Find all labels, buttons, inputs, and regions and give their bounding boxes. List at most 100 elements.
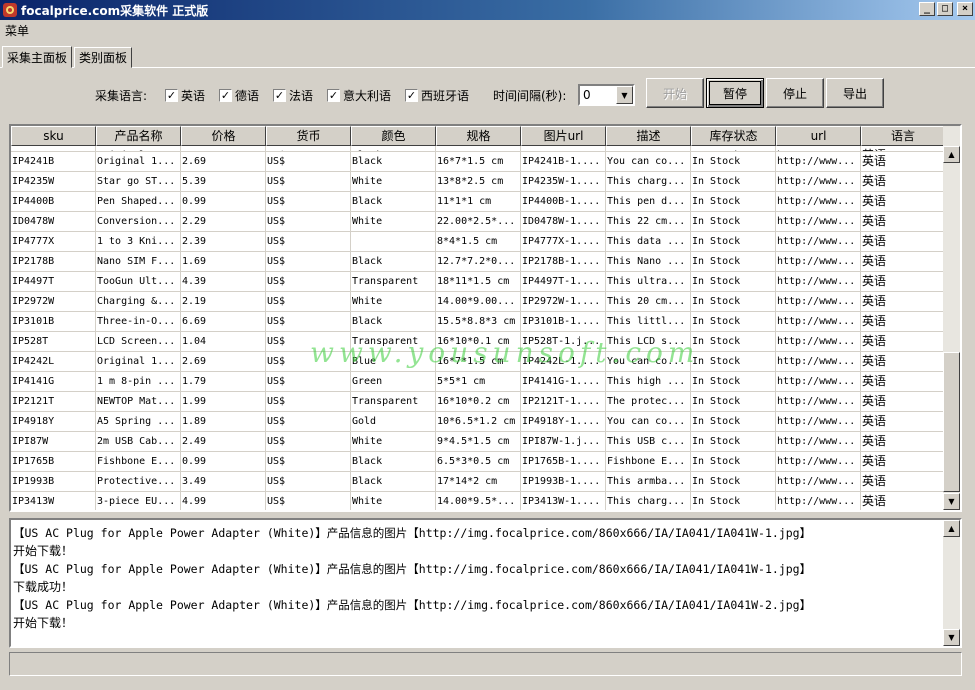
log-line: 开始下载！	[13, 616, 74, 630]
cell-sku: IP1765B	[11, 452, 96, 472]
cell-sku: IP4242L	[11, 352, 96, 372]
cell-spec: 14.00*9.00...	[436, 292, 521, 312]
table-row[interactable]: ID0478W Conversion... 2.29 US$ White 22.00*2.…	[11, 212, 945, 232]
table-row[interactable]: IP4242L Original 1... 2.69 US$ Blue 16*7*1.5 …	[11, 352, 945, 372]
column-header-description[interactable]: 描述	[606, 126, 691, 146]
table-row[interactable]: IP4497T TooGun Ult... 4.39 US$ Transparent 18…	[11, 272, 945, 292]
cell-color: White	[351, 172, 436, 192]
cell-color: Green	[351, 372, 436, 392]
cell-image-url: IP528T-1.j...	[521, 332, 606, 352]
cell-spec: 13*8*2.5 cm	[436, 172, 521, 192]
table-row[interactable]: IP2972W Charging &... 2.19 US$ White 14.00*9.…	[11, 292, 945, 312]
checkbox-english[interactable]: ✓ 英语	[165, 84, 205, 106]
table-row[interactable]: IPI87W 2m USB Cab... 2.49 US$ White 9*4.5*1.5…	[11, 432, 945, 452]
export-button[interactable]: 导出	[826, 78, 884, 108]
table-row[interactable]: IP4400B Pen Shaped... 0.99 US$ Black 11*1*1 c…	[11, 192, 945, 212]
cell-name: Original 1...	[96, 352, 181, 372]
table-row[interactable]: IP4918Y A5 Spring ... 1.89 US$ Gold 10*6.5*1.…	[11, 412, 945, 432]
check-icon: ✓	[219, 88, 232, 102]
column-header-color[interactable]: 颜色	[351, 126, 436, 146]
cell-stock: In Stock	[691, 192, 776, 212]
cell-language: 英语	[861, 312, 945, 332]
cell-price: 2.39	[181, 232, 266, 252]
cell-spec: 16*7*1.5 cm	[436, 152, 521, 172]
cell-name: Three-in-O...	[96, 312, 181, 332]
cell-price: 0.99	[181, 452, 266, 472]
cell-url: http://www...	[776, 332, 861, 352]
column-header-image-url[interactable]: 图片url	[521, 126, 606, 146]
cell-language: 英语	[861, 252, 945, 272]
table-row[interactable]: IP3101B Three-in-O... 6.69 US$ Black 15.5*8.8…	[11, 312, 945, 332]
cell-currency: US$	[266, 372, 351, 392]
scroll-up-icon[interactable]: ▲	[943, 520, 960, 537]
table-row[interactable]: IP2121T NEWTOP Mat... 1.99 US$ Transparent 16…	[11, 392, 945, 412]
table-row[interactable]: IP2178B Nano SIM F... 1.69 US$ Black 12.7*7.2…	[11, 252, 945, 272]
scroll-down-icon[interactable]: ▼	[943, 493, 960, 510]
table-row[interactable]: IP1765B Fishbone E... 0.99 US$ Black 6.5*3*0.…	[11, 452, 945, 472]
cell-url: http://www...	[776, 412, 861, 432]
cell-spec: 5*5*1 cm	[436, 372, 521, 392]
checkbox-italian[interactable]: ✓ 意大利语	[327, 84, 391, 106]
tab-category-panel[interactable]: 类别面板	[74, 47, 133, 68]
table-row[interactable]: IP4241BOriginal 1...2.69US$Black16*7*1.5…	[11, 152, 945, 172]
log-output[interactable]: 【US AC Plug for Apple Power Adapter (Whi…	[9, 518, 962, 648]
start-button[interactable]: 开始	[646, 78, 704, 108]
column-header-name[interactable]: 产品名称	[96, 126, 181, 146]
stop-button[interactable]: 停止	[766, 78, 824, 108]
cell-image-url: IP4400B-1....	[521, 192, 606, 212]
column-header-language[interactable]: 语言	[861, 126, 945, 146]
cell-price: 2.29	[181, 212, 266, 232]
checkbox-french[interactable]: ✓ 法语	[273, 84, 313, 106]
menu-item-main[interactable]: 菜单	[3, 22, 31, 39]
table-scrollbar[interactable]: ▲ ▼	[943, 126, 960, 510]
minimize-button[interactable]: _	[919, 2, 935, 16]
close-button[interactable]: ×	[957, 2, 973, 16]
column-header-spec[interactable]: 规格	[436, 126, 521, 146]
table-row[interactable]: IP4141G 1 m 8-pin ... 1.79 US$ Green 5*5*1 cm…	[11, 372, 945, 392]
cell-sku: IP1993B	[11, 472, 96, 492]
product-table[interactable]: sku 产品名称 价格 货币 颜色 规格 图片url 描述 库存状态 url 语言 IP4241B O…	[9, 124, 962, 512]
cell-spec: 14.00*9.5*...	[436, 492, 521, 510]
scroll-up-icon[interactable]: ▲	[943, 146, 960, 163]
log-scrollbar[interactable]: ▲ ▼	[943, 520, 960, 646]
cell-color: White	[351, 432, 436, 452]
cell-url: http://www...	[776, 172, 861, 192]
cell-stock: In Stock	[691, 252, 776, 272]
cell-url: http://www...	[776, 212, 861, 232]
table-row[interactable]: IP4235W Star go ST... 5.39 US$ White 13*8*2.5…	[11, 172, 945, 192]
cell-spec: 16*10*0.1 cm	[436, 332, 521, 352]
column-header-url[interactable]: url	[776, 126, 861, 146]
table-row[interactable]: IP3413W 3-piece EU... 4.99 US$ White 14.00*9.…	[11, 492, 945, 510]
cell-sku: IP4777X	[11, 232, 96, 252]
cell-description: Fishbone E...	[606, 452, 691, 472]
table-header: sku 产品名称 价格 货币 颜色 规格 图片url 描述 库存状态 url 语言	[11, 126, 945, 146]
cell-language: 英语	[861, 432, 945, 452]
cell-name: Charging &...	[96, 292, 181, 312]
cell-language: 英语	[861, 172, 945, 192]
column-header-stock[interactable]: 库存状态	[691, 126, 776, 146]
table-row[interactable]: IP1993B Protective... 3.49 US$ Black 17*14*2 …	[11, 472, 945, 492]
cell-url: http://www...	[776, 372, 861, 392]
scroll-thumb[interactable]	[943, 352, 960, 492]
scroll-down-icon[interactable]: ▼	[943, 629, 960, 646]
cell-spec: 12.7*7.2*0...	[436, 252, 521, 272]
chevron-down-icon[interactable]: ▼	[616, 86, 633, 104]
tab-main-panel[interactable]: 采集主面板	[2, 46, 73, 68]
cell-sku: IP4241B	[11, 152, 96, 172]
maximize-button[interactable]: □	[937, 2, 953, 16]
cell-url: http://www...	[776, 472, 861, 492]
pause-button[interactable]: 暂停	[706, 78, 764, 108]
cell-name: Pen Shaped...	[96, 192, 181, 212]
cell-name: Original 1...	[96, 152, 181, 172]
log-line: 开始下载！	[13, 544, 74, 558]
column-header-currency[interactable]: 货币	[266, 126, 351, 146]
table-row[interactable]: IP528T LCD Screen... 1.04 US$ Transparent 16*…	[11, 332, 945, 352]
cell-language: 英语	[861, 192, 945, 212]
checkbox-german[interactable]: ✓ 德语	[219, 84, 259, 106]
checkbox-spanish[interactable]: ✓ 西班牙语	[405, 84, 469, 106]
interval-select[interactable]: 0 ▼	[578, 84, 635, 106]
column-header-price[interactable]: 价格	[181, 126, 266, 146]
cell-image-url: IP2972W-1....	[521, 292, 606, 312]
column-header-sku[interactable]: sku	[11, 126, 96, 146]
table-row[interactable]: IP4777X 1 to 3 Kni... 2.39 US$ 8*4*1.5 cm IP4…	[11, 232, 945, 252]
